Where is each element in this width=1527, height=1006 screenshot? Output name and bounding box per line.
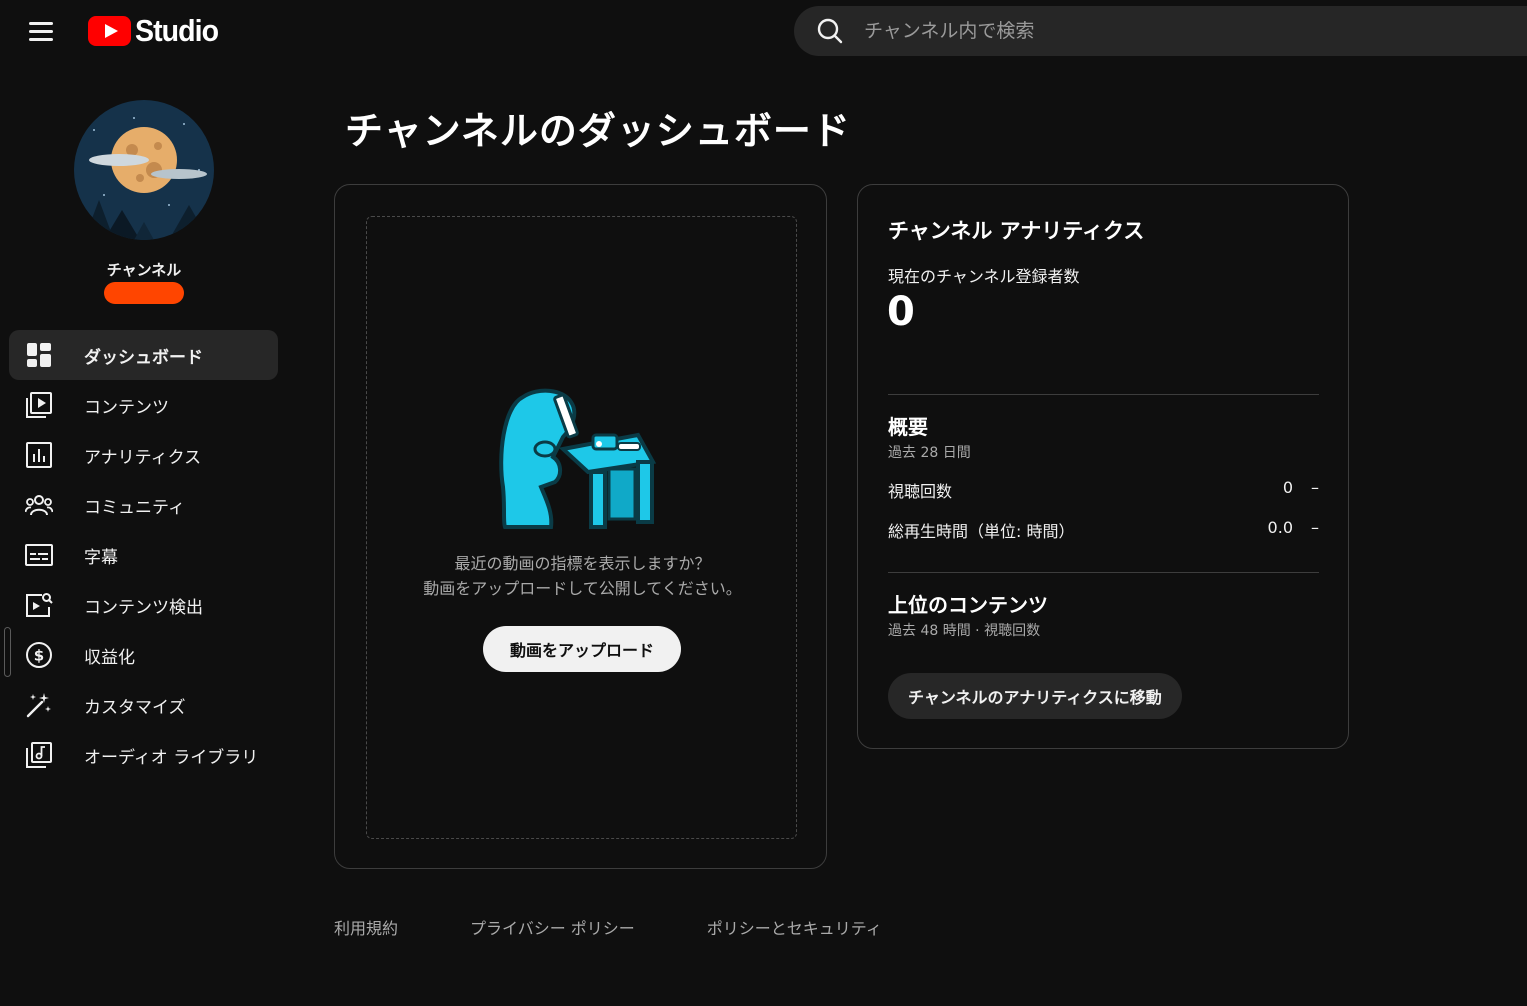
- search-bar[interactable]: [794, 6, 1527, 56]
- summary-title: 概要: [888, 415, 928, 439]
- sidebar-item-content[interactable]: コンテンツ: [9, 380, 278, 430]
- sidebar-item-label: オーディオ ライブラリ: [84, 747, 259, 768]
- search-icon[interactable]: [816, 17, 844, 45]
- sidebar-item-label: アナリティクス: [84, 447, 202, 468]
- sidebar-item-label: コンテンツ: [84, 397, 169, 418]
- divider: [888, 572, 1319, 573]
- sidebar-item-label: カスタマイズ: [84, 697, 186, 718]
- monetization-icon: $: [26, 642, 52, 668]
- sidebar-item-dashboard[interactable]: ダッシュボード: [9, 330, 278, 380]
- upload-message-line2: 動画をアップロードして公開してください。: [423, 579, 742, 598]
- top-content-period: 過去 48 時間 · 視聴回数: [888, 623, 1041, 639]
- sidebar-item-analytics[interactable]: アナリティクス: [9, 430, 278, 480]
- sidebar-item-customize[interactable]: カスタマイズ: [9, 680, 278, 730]
- sidebar-item-label: コンテンツ検出: [84, 597, 203, 618]
- page-title: チャンネルのダッシュボード: [345, 109, 851, 153]
- content-icon: [26, 392, 52, 418]
- audio-library-icon: [26, 742, 52, 768]
- sidebar-scrollbar[interactable]: [4, 627, 11, 677]
- dashboard-icon: [27, 343, 51, 367]
- sidebar-item-label: ダッシュボード: [84, 347, 203, 368]
- footer-link-privacy[interactable]: プライバシー ポリシー: [470, 915, 635, 939]
- top-content-title: 上位のコンテンツ: [888, 593, 1048, 617]
- metric-value: 0: [1282, 478, 1293, 497]
- content-detection-icon: [26, 593, 53, 617]
- footer-link-terms[interactable]: 利用規約: [334, 915, 398, 939]
- footer-link-policy-security[interactable]: ポリシーとセキュリティ: [707, 915, 882, 939]
- go-to-analytics-button[interactable]: チャンネルのアナリティクスに移動: [888, 673, 1182, 719]
- community-icon: [25, 495, 53, 516]
- analytics-card-title: チャンネル アナリティクス: [888, 219, 1145, 243]
- search-input[interactable]: [864, 20, 1464, 42]
- upload-message-line1: 最近の動画の指標を表示しますか？: [454, 554, 711, 573]
- channel-name-redacted: [104, 282, 184, 304]
- divider: [888, 394, 1319, 395]
- sidebar-item-label: 収益化: [84, 647, 135, 668]
- logo-text: Studio: [135, 13, 219, 48]
- channel-label: チャンネル: [106, 261, 182, 279]
- customize-icon: [26, 693, 51, 718]
- sidebar-item-label: コミュニティ: [84, 497, 185, 518]
- channel-analytics-card: チャンネル アナリティクス 現在のチャンネル登録者数 0 概要 過去 28 日間…: [857, 184, 1349, 749]
- analytics-icon: [26, 442, 52, 468]
- top-bar: Studio: [0, 0, 1527, 60]
- sidebar-item-subtitles[interactable]: 字幕: [9, 530, 278, 580]
- summary-period: 過去 28 日間: [888, 445, 971, 461]
- subtitles-icon: [25, 544, 53, 566]
- sidebar-item-monetization[interactable]: $ 収益化: [9, 630, 278, 680]
- metric-label: 視聴回数: [888, 482, 953, 501]
- menu-icon[interactable]: [18, 18, 64, 44]
- footer: 利用規約 プライバシー ポリシー ポリシーとセキュリティ: [334, 915, 954, 939]
- sidebar: チャンネル ダッシュボード コンテンツ アナリティクス コミュニティ 字幕 コン…: [0, 60, 290, 1006]
- sidebar-nav: ダッシュボード コンテンツ アナリティクス コミュニティ 字幕 コンテンツ検出 …: [9, 330, 278, 780]
- upload-video-button[interactable]: 動画をアップロード: [483, 626, 681, 672]
- sidebar-item-content-detection[interactable]: コンテンツ検出: [9, 580, 278, 630]
- upload-drop-area: 最近の動画の指標を表示しますか？ 動画をアップロードして公開してください。 動画…: [366, 216, 797, 839]
- svg-text:$: $: [34, 647, 44, 665]
- metric-label: 総再生時間（単位: 時間）: [888, 522, 1075, 541]
- channel-avatar[interactable]: [74, 100, 214, 240]
- upload-card: 最近の動画の指標を表示しますか？ 動画をアップロードして公開してください。 動画…: [334, 184, 827, 869]
- subscribers-label: 現在のチャンネル登録者数: [888, 267, 1080, 286]
- metric-trend: –: [1311, 518, 1319, 537]
- sidebar-item-label: 字幕: [84, 547, 118, 568]
- metric-row-watch-time: 総再生時間（単位: 時間） 0.0 –: [888, 518, 1319, 542]
- metric-value: 0.0: [1267, 518, 1293, 537]
- studio-logo[interactable]: Studio: [88, 13, 225, 49]
- sidebar-item-community[interactable]: コミュニティ: [9, 480, 278, 530]
- upload-message: 最近の動画の指標を表示しますか？ 動画をアップロードして公開してください。: [367, 551, 798, 601]
- youtube-logo-icon: [88, 16, 131, 46]
- metric-trend: –: [1311, 478, 1319, 497]
- sidebar-item-audio-library[interactable]: オーディオ ライブラリ: [9, 730, 278, 780]
- metric-row-views: 視聴回数 0 –: [888, 478, 1319, 502]
- microscope-illustration-icon: [499, 388, 657, 529]
- subscribers-count: 0: [887, 289, 915, 335]
